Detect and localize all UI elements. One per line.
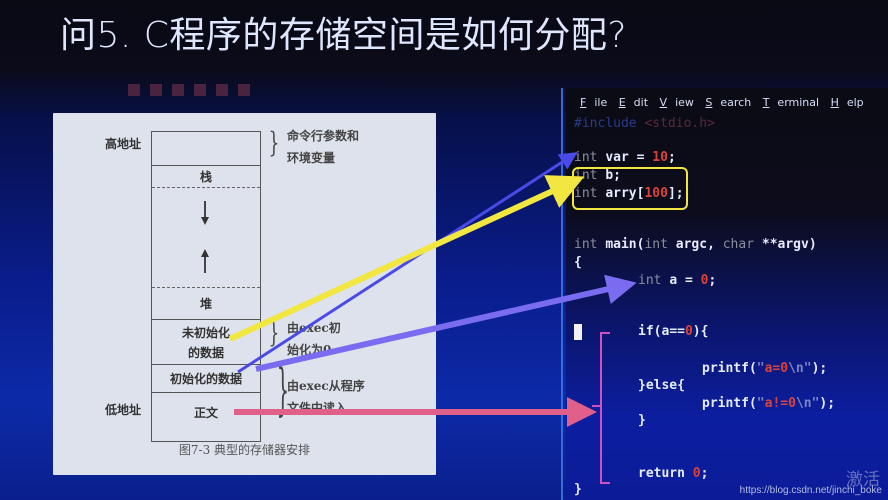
brace-args-env: }	[268, 126, 280, 159]
bracket-tip	[592, 405, 602, 407]
stack-grows-down-arrow-icon	[201, 201, 209, 225]
menu-terminal-label: erminal	[777, 96, 820, 109]
menu-file[interactable]: File	[580, 96, 607, 109]
terminal-window: File Edit View Search Terminal Help #inc…	[566, 88, 888, 500]
segment-text: 正文	[152, 392, 260, 441]
code-line-close-if: }	[638, 413, 646, 428]
include-directive: #include	[574, 116, 645, 131]
code-include: #include <stdio.h>	[574, 116, 715, 131]
brace-bss: }	[268, 316, 280, 349]
segment-args-env	[152, 132, 260, 166]
menu-terminal[interactable]: Terminal	[763, 96, 819, 109]
note-data-text: 由exec从程序 文件中读入	[287, 379, 365, 415]
segment-text-label: 正文	[193, 406, 218, 420]
segment-free-gap	[152, 187, 260, 288]
code-line-open-brace: {	[574, 255, 582, 270]
note-args-env: 命令行参数和 环境变量	[287, 129, 360, 165]
menu-help[interactable]: Help	[831, 96, 864, 109]
high-address-label: 高地址	[105, 137, 142, 151]
slide-title: 问5. C程序的存储空间是如何分配?	[60, 15, 628, 56]
segment-stack-label: 栈	[199, 170, 212, 184]
global-vars-highlight-box	[572, 167, 688, 210]
segment-stack: 栈	[152, 165, 260, 188]
pixelated-strip	[128, 84, 278, 96]
menu-search-label: earch	[720, 96, 752, 109]
code-line-var: int var = 10;	[574, 150, 676, 165]
segment-heap: 堆	[152, 287, 260, 320]
code-line-close-brace: }	[574, 482, 582, 497]
note-bss: 由exec初 始化为0	[287, 321, 341, 357]
code-line-a: int a = 0;	[638, 273, 717, 288]
code-line-else: }else{	[638, 378, 685, 393]
url-watermark: https://blog.csdn.net/jinchi_boke	[739, 485, 882, 496]
menu-search[interactable]: Search	[705, 96, 751, 109]
terminal-menubar: File Edit View Search Terminal Help	[580, 96, 872, 109]
segment-data: 初始化的数据	[152, 364, 260, 393]
menu-help-label: elp	[846, 96, 864, 109]
menu-file-label: ile	[594, 96, 608, 109]
segment-bss-label: 未初始化 的数据	[181, 326, 230, 360]
code-line-printf2: printf("a!=0\n");	[702, 396, 836, 411]
code-line-printf1: printf("a=0\n");	[702, 361, 828, 376]
text-cursor	[574, 324, 582, 340]
segment-data-label: 初始化的数据	[169, 372, 242, 386]
segment-heap-label: 堆	[199, 297, 212, 311]
panel-separator	[561, 88, 563, 500]
memory-column: 栈 堆 未初始化 的数据 初始化的数据 正文	[151, 131, 261, 442]
low-address-label: 低地址	[105, 403, 142, 417]
menu-view-label: iew	[675, 96, 694, 109]
menu-edit[interactable]: Edit	[619, 96, 648, 109]
menu-edit-label: dit	[633, 96, 649, 109]
menu-view[interactable]: View	[660, 96, 694, 109]
figure-caption: 图7-3 典型的存储器安排	[178, 443, 311, 457]
segment-bss: 未初始化 的数据	[152, 319, 260, 365]
heap-grows-up-arrow-icon	[201, 249, 209, 273]
code-line-main: int main(int argc, char **argv)	[574, 237, 817, 252]
main-body-bracket	[600, 332, 610, 484]
code-line-return: return 0;	[638, 466, 709, 481]
code-line-if: if(a==0){	[638, 324, 709, 339]
memory-layout-figure: 高地址 低地址 栈 堆 未初始化 的数据 初始化的数据 正文 } 命令行参数和 …	[53, 113, 436, 475]
include-header: <stdio.h>	[644, 116, 715, 131]
